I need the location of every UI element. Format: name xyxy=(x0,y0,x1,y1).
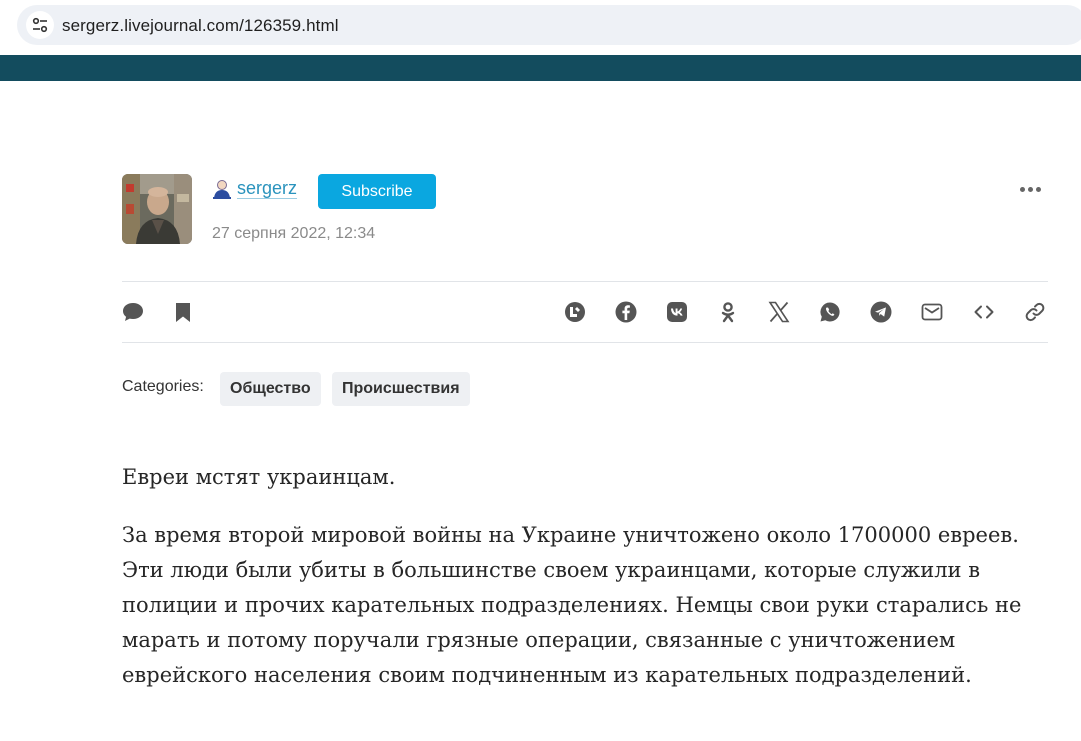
x-icon[interactable] xyxy=(767,300,791,324)
category-tag[interactable]: Происшествия xyxy=(332,372,470,406)
whatsapp-icon[interactable] xyxy=(818,300,842,324)
site-header-bar xyxy=(0,55,1081,81)
email-icon[interactable] xyxy=(920,300,944,324)
url-text[interactable]: sergerz.livejournal.com/126359.html xyxy=(62,16,339,36)
facebook-icon[interactable] xyxy=(614,300,638,324)
category-tag[interactable]: Общество xyxy=(220,372,321,406)
user-icon[interactable] xyxy=(211,178,233,200)
telegram-icon[interactable] xyxy=(869,300,893,324)
embed-code-icon[interactable] xyxy=(972,300,996,324)
livejournal-repost-icon[interactable] xyxy=(563,300,587,324)
address-bar[interactable]: sergerz.livejournal.com/126359.html xyxy=(17,5,1081,45)
author-username[interactable]: sergerz xyxy=(237,178,297,199)
divider-bottom xyxy=(122,342,1048,343)
odnoklassniki-icon[interactable] xyxy=(716,300,740,324)
copy-link-icon[interactable] xyxy=(1023,300,1047,324)
tune-icon[interactable] xyxy=(26,11,54,39)
browser-toolbar: sergerz.livejournal.com/126359.html xyxy=(0,0,1081,52)
post-date: 27 серпня 2022, 12:34 xyxy=(212,225,376,242)
more-options-icon[interactable] xyxy=(1019,183,1043,197)
article-body: Евреи мстят украинцам. За время второй м… xyxy=(122,460,1062,693)
subscribe-button[interactable]: Subscribe xyxy=(318,174,436,209)
vk-icon[interactable] xyxy=(665,300,689,324)
bookmark-icon[interactable] xyxy=(171,300,195,324)
article-paragraph: Евреи мстят украинцам. xyxy=(122,465,396,489)
article-paragraph: За время второй мировой войны на Украине… xyxy=(122,523,1022,687)
categories-label: Categories: xyxy=(122,378,204,395)
divider-top xyxy=(122,281,1048,282)
avatar[interactable] xyxy=(122,174,192,244)
comment-icon[interactable] xyxy=(121,300,145,324)
